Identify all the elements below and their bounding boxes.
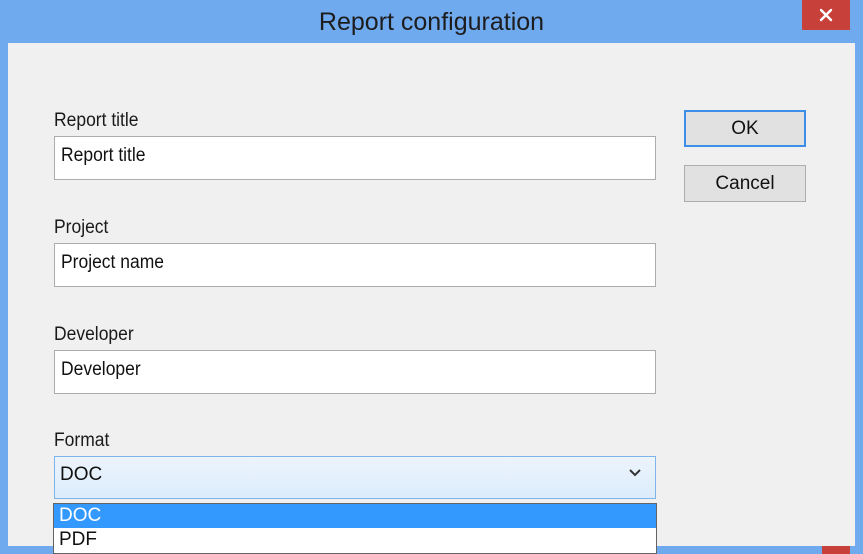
project-field[interactable]: Project name bbox=[54, 243, 656, 287]
report-title-label: Report title bbox=[54, 110, 139, 131]
dialog-window: Report configuration Report title Report… bbox=[0, 0, 863, 554]
ok-button[interactable]: OK bbox=[684, 110, 806, 147]
cancel-button[interactable]: Cancel bbox=[684, 165, 806, 202]
project-label: Project bbox=[54, 217, 109, 238]
format-option-pdf[interactable]: PDF bbox=[54, 528, 656, 552]
title-bar[interactable]: Report configuration bbox=[0, 0, 863, 43]
close-icon bbox=[819, 8, 833, 22]
developer-value: Developer bbox=[61, 359, 141, 380]
developer-label: Developer bbox=[54, 324, 134, 345]
chevron-down-icon bbox=[629, 469, 641, 477]
format-label: Format bbox=[54, 430, 110, 451]
format-selected-value: DOC bbox=[60, 464, 103, 485]
format-select[interactable]: DOC bbox=[54, 456, 656, 499]
project-value: Project name bbox=[61, 252, 164, 273]
close-button[interactable] bbox=[802, 0, 850, 30]
window-edge-accent bbox=[822, 546, 850, 554]
format-option-doc[interactable]: DOC bbox=[54, 504, 656, 528]
window-title: Report configuration bbox=[318, 8, 545, 36]
report-title-value: Report title bbox=[61, 145, 146, 166]
dialog-body: Report title Report title Project Projec… bbox=[8, 43, 855, 546]
format-dropdown-list: DOC PDF bbox=[53, 503, 657, 554]
report-title-field[interactable]: Report title bbox=[54, 136, 656, 180]
developer-field[interactable]: Developer bbox=[54, 350, 656, 394]
